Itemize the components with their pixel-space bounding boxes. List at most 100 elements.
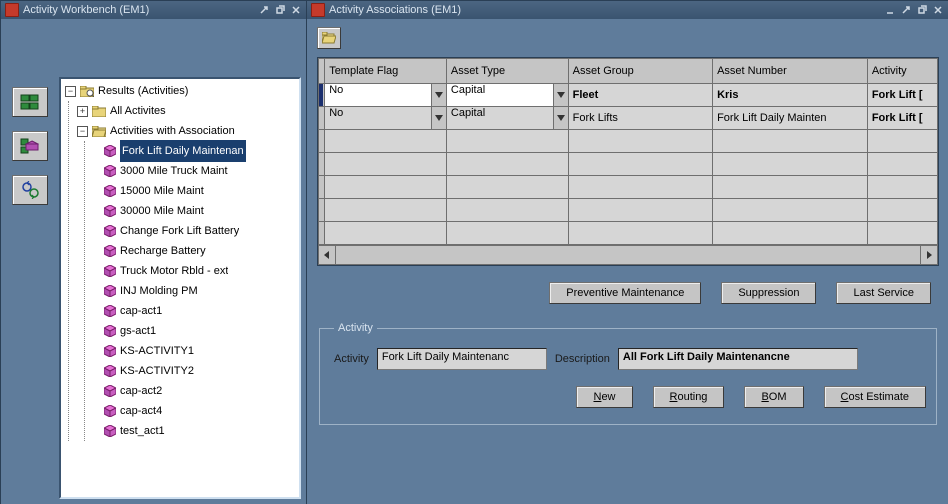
tree-item[interactable]: INJ Molding PM — [93, 281, 299, 301]
empty-cell[interactable] — [447, 199, 568, 221]
table-row[interactable] — [319, 153, 938, 176]
empty-cell[interactable] — [713, 130, 867, 152]
toggle-icon[interactable]: − — [77, 126, 88, 137]
text-cell[interactable]: Kris — [713, 84, 867, 106]
tree-item[interactable]: 15000 Mile Maint — [93, 181, 299, 201]
text-cell[interactable]: Fork Lift [ — [868, 107, 938, 129]
tree-item[interactable]: Recharge Battery — [93, 241, 299, 261]
empty-cell[interactable] — [569, 199, 713, 221]
refresh-button[interactable] — [12, 175, 48, 205]
chevron-down-icon[interactable] — [553, 84, 568, 106]
tree-item[interactable]: 3000 Mile Truck Maint — [93, 161, 299, 181]
empty-cell[interactable] — [447, 222, 568, 244]
table-row[interactable] — [319, 222, 938, 245]
empty-cell[interactable] — [325, 130, 446, 152]
tree-item[interactable]: gs-act1 — [93, 321, 299, 341]
close-icon[interactable] — [289, 4, 303, 16]
empty-cell[interactable] — [713, 153, 867, 175]
associations-grid[interactable]: Template FlagAsset TypeAsset GroupAsset … — [317, 57, 939, 266]
column-header[interactable]: Asset Number — [713, 59, 868, 84]
combo-cell[interactable]: No — [325, 84, 446, 106]
table-row[interactable] — [319, 130, 938, 153]
combo-cell[interactable]: No — [325, 107, 446, 129]
restore-icon[interactable] — [273, 4, 287, 16]
tree-item[interactable]: KS-ACTIVITY1 — [93, 341, 299, 361]
empty-cell[interactable] — [713, 199, 867, 221]
column-header[interactable]: Asset Type — [446, 59, 568, 84]
empty-cell[interactable] — [569, 130, 713, 152]
tree-item[interactable]: cap-act2 — [93, 381, 299, 401]
column-header[interactable]: Activity — [867, 59, 937, 84]
tree-item[interactable]: KS-ACTIVITY2 — [93, 361, 299, 381]
restore-icon[interactable] — [915, 4, 929, 16]
text-cell[interactable]: Fork Lifts — [569, 107, 713, 129]
tree-item[interactable]: Change Fork Lift Battery — [93, 221, 299, 241]
last-service-button[interactable]: Last Service — [836, 282, 931, 304]
empty-cell[interactable] — [325, 153, 446, 175]
tree-item[interactable]: cap-act4 — [93, 401, 299, 421]
workbench-titlebar[interactable]: Activity Workbench (EM1) — [1, 1, 307, 19]
tree-item[interactable]: Fork Lift Daily Maintenan — [93, 141, 299, 161]
scroll-right-icon[interactable] — [920, 246, 937, 264]
empty-cell[interactable] — [569, 176, 713, 198]
column-header[interactable]: Template Flag — [325, 59, 447, 84]
bom-button[interactable]: BOM — [744, 386, 803, 408]
chevron-down-icon[interactable] — [553, 107, 568, 129]
tree-item[interactable]: cap-act1 — [93, 301, 299, 321]
empty-cell[interactable] — [447, 130, 568, 152]
description-field[interactable]: All Fork Lift Daily Maintenancne — [618, 348, 858, 370]
empty-cell[interactable] — [868, 153, 938, 175]
horizontal-scrollbar[interactable] — [318, 245, 938, 265]
empty-cell[interactable] — [868, 130, 938, 152]
empty-cell[interactable] — [325, 222, 446, 244]
empty-cell[interactable] — [868, 176, 938, 198]
combo-cell[interactable]: Capital — [447, 84, 568, 106]
activities-view-button[interactable] — [12, 87, 48, 117]
column-header[interactable]: Asset Group — [568, 59, 712, 84]
empty-cell[interactable] — [868, 199, 938, 221]
toggle-icon[interactable]: + — [77, 106, 88, 117]
empty-cell[interactable] — [569, 153, 713, 175]
routing-button[interactable]: Routing — [653, 386, 725, 408]
tree-item[interactable]: test_act1 — [93, 421, 299, 441]
empty-cell[interactable] — [325, 176, 446, 198]
association-view-button[interactable] — [12, 131, 48, 161]
preventive-maintenance-button[interactable]: Preventive Maintenance — [549, 282, 701, 304]
collapse-icon[interactable] — [257, 4, 271, 16]
chevron-down-icon[interactable] — [431, 84, 446, 106]
tree-item[interactable]: Truck Motor Rbld - ext — [93, 261, 299, 281]
table-row[interactable] — [319, 199, 938, 222]
empty-cell[interactable] — [447, 176, 568, 198]
text-cell[interactable]: Fork Lift Daily Mainten — [713, 107, 867, 129]
activity-field[interactable]: Fork Lift Daily Maintenanc — [377, 348, 547, 370]
empty-cell[interactable] — [447, 153, 568, 175]
folder-icon — [92, 106, 106, 117]
suppression-button[interactable]: Suppression — [721, 282, 816, 304]
close-icon[interactable] — [931, 4, 945, 16]
table-row[interactable] — [319, 176, 938, 199]
toggle-icon[interactable]: − — [65, 86, 76, 97]
scroll-left-icon[interactable] — [319, 246, 336, 264]
open-folder-button[interactable] — [317, 27, 341, 49]
table-row[interactable]: NoCapitalFork LiftsFork Lift Daily Maint… — [319, 107, 938, 130]
minimize-icon[interactable] — [883, 4, 897, 16]
empty-cell[interactable] — [713, 222, 867, 244]
new-button[interactable]: New — [576, 386, 632, 408]
tree-item[interactable]: 30000 Mile Maint — [93, 201, 299, 221]
chevron-down-icon[interactable] — [431, 107, 446, 129]
assoc-titlebar[interactable]: Activity Associations (EM1) — [307, 1, 948, 19]
text-cell[interactable]: Fork Lift [ — [868, 84, 938, 106]
empty-cell[interactable] — [868, 222, 938, 244]
cost-estimate-button[interactable]: Cost Estimate — [824, 386, 926, 408]
empty-cell[interactable] — [325, 199, 446, 221]
combo-cell[interactable]: Capital — [447, 107, 568, 129]
workbench-toolbar — [1, 19, 59, 504]
activity-tree[interactable]: − Results (Activities) + All Activites − — [59, 77, 301, 499]
collapse-icon[interactable] — [899, 4, 913, 16]
empty-cell[interactable] — [569, 222, 713, 244]
folder-all-label[interactable]: All Activites — [110, 101, 166, 121]
text-cell[interactable]: Fleet — [569, 84, 713, 106]
folder-assoc-label[interactable]: Activities with Association — [110, 121, 235, 141]
table-row[interactable]: NoCapitalFleetKrisFork Lift [ — [319, 84, 938, 107]
empty-cell[interactable] — [713, 176, 867, 198]
